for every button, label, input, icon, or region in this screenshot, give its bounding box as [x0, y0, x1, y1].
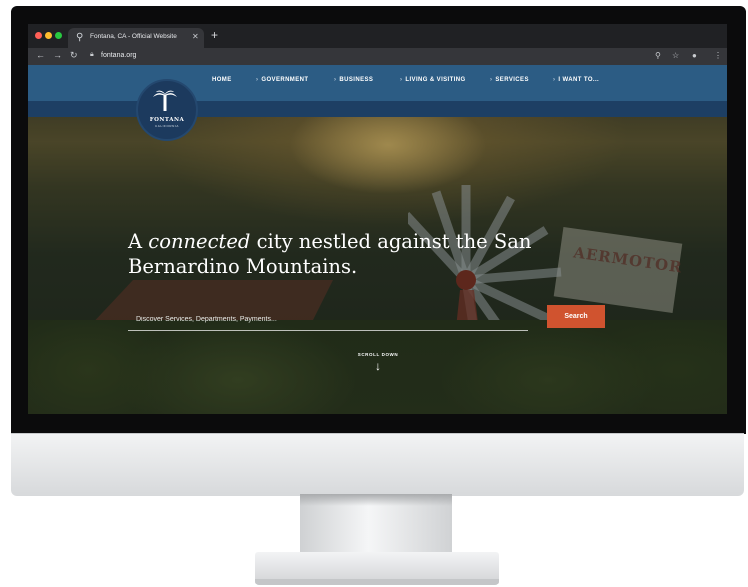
- close-icon[interactable]: ✕: [192, 32, 199, 41]
- tab-title: Fontana, CA - Official Website: [90, 33, 177, 40]
- nav-business[interactable]: › BUSINESS: [334, 77, 373, 83]
- browser-tab[interactable]: ⚲ Fontana, CA - Official Website ✕: [68, 28, 204, 48]
- site-navbar: [28, 65, 727, 101]
- browser-toolbar: ← → ↻ 🔒︎ fontana.org ⚲ ☆ ● ⋮: [28, 48, 727, 65]
- monitor-chin: [11, 433, 744, 496]
- search-button[interactable]: Search: [547, 305, 605, 328]
- search-input[interactable]: [136, 312, 516, 326]
- nav-services-label: SERVICES: [495, 77, 529, 83]
- chevron-icon: ›: [334, 77, 337, 83]
- chevron-icon: ›: [256, 77, 259, 83]
- nav-government[interactable]: › GOVERNMENT: [256, 77, 308, 83]
- lock-icon: 🔒︎: [90, 51, 94, 58]
- close-window-button[interactable]: [35, 32, 42, 39]
- forward-arrow-icon[interactable]: →: [53, 50, 62, 60]
- bookmark-star-icon[interactable]: ☆: [672, 51, 679, 60]
- reload-icon[interactable]: ↻: [70, 50, 78, 61]
- logo-wordmark: FONTANA: [149, 117, 185, 123]
- headline-prefix: A: [128, 230, 149, 253]
- arrow-down-icon[interactable]: ↓: [372, 359, 384, 373]
- stand-base-edge: [255, 579, 499, 585]
- maximize-window-button[interactable]: [55, 32, 62, 39]
- back-arrow-icon[interactable]: ←: [36, 50, 45, 60]
- nav-services[interactable]: › SERVICES: [490, 77, 529, 83]
- plus-icon[interactable]: +: [211, 28, 218, 42]
- stand-shadow: [300, 494, 452, 506]
- address-bar[interactable]: fontana.org: [101, 52, 136, 59]
- nav-i-want-to[interactable]: › I WANT TO...: [553, 77, 599, 83]
- palm-tree-icon: [153, 90, 177, 111]
- browser-tab-bar: ⚲ Fontana, CA - Official Website ✕ +: [28, 24, 727, 48]
- chevron-icon: ›: [400, 77, 403, 83]
- nav-government-label: GOVERNMENT: [261, 77, 309, 83]
- menu-kebab-icon[interactable]: ⋮: [714, 51, 722, 60]
- hero-headline: A connected city nestled against the San…: [128, 229, 588, 279]
- headline-emphasis: connected: [148, 230, 251, 253]
- nav-home[interactable]: HOME: [212, 77, 232, 83]
- logo-subtitle: CALIFORNIA: [154, 124, 179, 128]
- nav-living-visiting-label: LIVING & VISITING: [405, 77, 466, 83]
- chevron-icon: ›: [553, 77, 556, 83]
- webpage: AERMOTOR FONTANA CALIFORNIA HOME › GOVER…: [28, 65, 727, 414]
- monitor-screen: ⚲ Fontana, CA - Official Website ✕ + ← →…: [28, 24, 727, 414]
- search-underline: [128, 330, 528, 331]
- scroll-down-label[interactable]: SCROLL DOWN: [348, 352, 408, 357]
- nav-home-label: HOME: [212, 77, 232, 83]
- nav-i-want-to-label: I WANT TO...: [558, 77, 600, 83]
- zoom-search-icon[interactable]: ⚲: [655, 51, 661, 60]
- site-navbar-band: [28, 101, 727, 117]
- chevron-icon: ›: [490, 77, 493, 83]
- profile-avatar-icon[interactable]: ●: [692, 51, 697, 60]
- city-logo-icon: ⚲: [76, 32, 84, 43]
- nav-living-visiting[interactable]: › LIVING & VISITING: [400, 77, 466, 83]
- nav-business-label: BUSINESS: [339, 77, 374, 83]
- minimize-window-button[interactable]: [45, 32, 52, 39]
